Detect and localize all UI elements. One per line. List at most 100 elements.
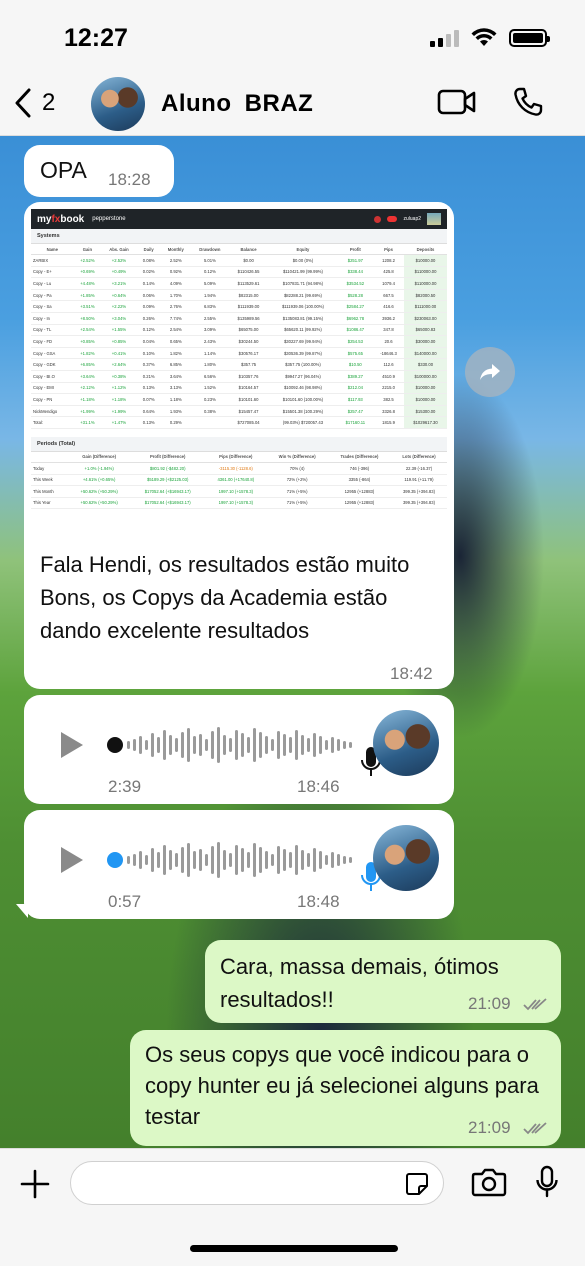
waveform-bar [259,732,262,758]
phone-icon[interactable] [512,86,544,118]
waveform-bar [235,845,238,875]
per-cell: $17052.64 (+$16943.17) [130,497,206,510]
sys-cell: 0.65% [160,335,191,348]
contact-avatar[interactable] [91,77,145,131]
sys-cell: $117.93 [337,393,374,406]
per-cell: +4.61% (+0.65%) [68,474,131,487]
sys-header: Drawdown [190,244,229,255]
sys-cell: -18646.3 [373,347,404,360]
sys-cell: +0.85% [101,335,137,348]
sys-cell: 2.76% [160,300,191,313]
sys-row: Copy - GSA +1.82% +0.41% 0.10% 1.82% 1.14% $30… [31,347,447,360]
sys-cell: 667.5 [373,289,404,302]
message-input[interactable] [70,1161,444,1205]
message-voice-2[interactable]: 0:57 18:48 [24,810,454,919]
sys-row: Copy - Lu +4.48% +3.21% 0.14% 4.09% 5.09% $113… [31,277,447,290]
per-header: Trades (Difference) [327,451,391,463]
sys-cell: $135989.56 [228,312,269,325]
waveform-bar [157,737,160,753]
chat-area[interactable]: OPA 18:28 myfxbook pepperstone zuluap2 S… [0,136,585,1148]
sys-cell: 1.70% [160,289,191,302]
sys-cell: +4.48% [73,277,102,290]
waveform-bar [181,732,184,758]
myfxbook-screenshot[interactable]: myfxbook pepperstone zuluap2 Systems Nam… [31,209,447,541]
back-button[interactable]: 2 [14,88,55,118]
voice-waveform[interactable] [127,840,352,880]
sys-cell: 1.14% [190,347,229,360]
per-cell: $17052.64 (+$16943.17) [130,485,206,498]
periods-table: Gain (Difference) Profit (Difference) Pips… [31,451,447,510]
waveform-bar [301,735,304,755]
sticker-icon[interactable] [405,1172,429,1196]
sys-row: Copy - Sa +3.51% +2.22% 0.09% 2.76% 6.83% $111… [31,300,447,313]
waveform-bar [331,852,334,868]
sys-cell: $1086.47 [337,324,374,337]
sys-cell: +2.22% [101,300,137,313]
camera-icon[interactable] [471,1167,507,1197]
sys-cell: 3936.2 [373,312,404,325]
waveform-bar [175,738,178,752]
sys-cell: $575.65 [337,347,374,360]
sys-cell: 2.52% [160,254,191,267]
play-icon[interactable] [61,732,83,758]
waveform-bar [289,852,292,868]
waveform-bar [337,739,340,751]
sys-cell: +3.21% [101,277,137,290]
per-header: Gain (Difference) [68,451,131,463]
contact-name[interactable]: Aluno BRAZ [161,90,313,118]
playback-position-dot[interactable] [107,852,123,868]
waveform-bar [223,850,226,870]
sys-row: Copy - Pa +1.85% +0.64% 0.06% 1.70% 1.94% $823… [31,289,447,302]
sys-cell: 416.6 [373,300,404,313]
sys-row: Copy - E+ +0.69% +0.49% 0.02% 0.92% 0.12% $110… [31,266,447,279]
sys-cell: 0.12% [136,324,161,337]
waveform-bar [253,843,256,877]
plus-icon[interactable] [20,1169,50,1199]
waveform-bar [205,739,208,751]
sys-cell: 0.07% [136,393,161,406]
sys-header: Profit [337,244,374,255]
sys-cell: +8.50% [73,312,102,325]
mic-icon[interactable] [535,1165,559,1199]
waveform-bar [301,850,304,870]
forward-button[interactable] [465,347,515,397]
message-text: OPA [40,157,87,183]
sys-cell: $10101.60 [228,393,269,406]
sys-cell: 0.12% [190,266,229,279]
sys-cell: $65000.83 [404,324,447,337]
sys-cell: Copy - GDK [31,358,74,371]
sys-cell: $17160.11 [337,416,374,429]
message-incoming-image[interactable]: myfxbook pepperstone zuluap2 Systems Nam… [24,202,454,689]
sys-cell: $727085.04 [228,416,269,429]
sys-cell: 0.09% [136,300,161,313]
waveform-bar [307,853,310,867]
mfx-avatar [427,213,441,225]
message-outgoing-1[interactable]: Cara, massa demais, ótimos resultados!! … [205,940,561,1023]
per-cell: $5189.29 (+$2125.03) [130,474,206,487]
per-cell: 71% (+5%) [266,485,328,498]
sys-cell: $15457.47 [228,405,269,418]
voice-waveform[interactable] [127,725,352,765]
message-incoming-opa[interactable]: OPA 18:28 [24,145,174,197]
message-caption: Fala Hendi, os resultados estão muito Bo… [40,552,410,643]
voice-duration: 0:57 [108,892,142,911]
message-voice-1[interactable]: 2:39 18:46 [24,695,454,804]
video-call-icon[interactable] [437,88,477,116]
sys-cell: 4.09% [160,277,191,290]
waveform-bar [157,852,160,868]
sys-cell: 3326.8 [373,405,404,418]
read-ticks-icon [523,998,547,1011]
playback-position-dot[interactable] [107,737,123,753]
sys-cell: +31.1% [73,416,102,429]
voice-duration: 2:39 [108,777,142,796]
sys-cell: $9947.27 (96.04%) [268,370,338,383]
waveform-bar [229,738,232,752]
read-ticks-icon [523,1122,547,1135]
sys-cell: 1815.9 [373,416,404,429]
play-icon[interactable] [61,847,83,873]
message-outgoing-2[interactable]: Os seus copys que você indicou para o co… [130,1030,561,1146]
waveform-bar [145,740,148,750]
waveform-bar [313,848,316,872]
sys-header: Equity [268,244,338,255]
message-time: 21:09 [468,994,511,1013]
